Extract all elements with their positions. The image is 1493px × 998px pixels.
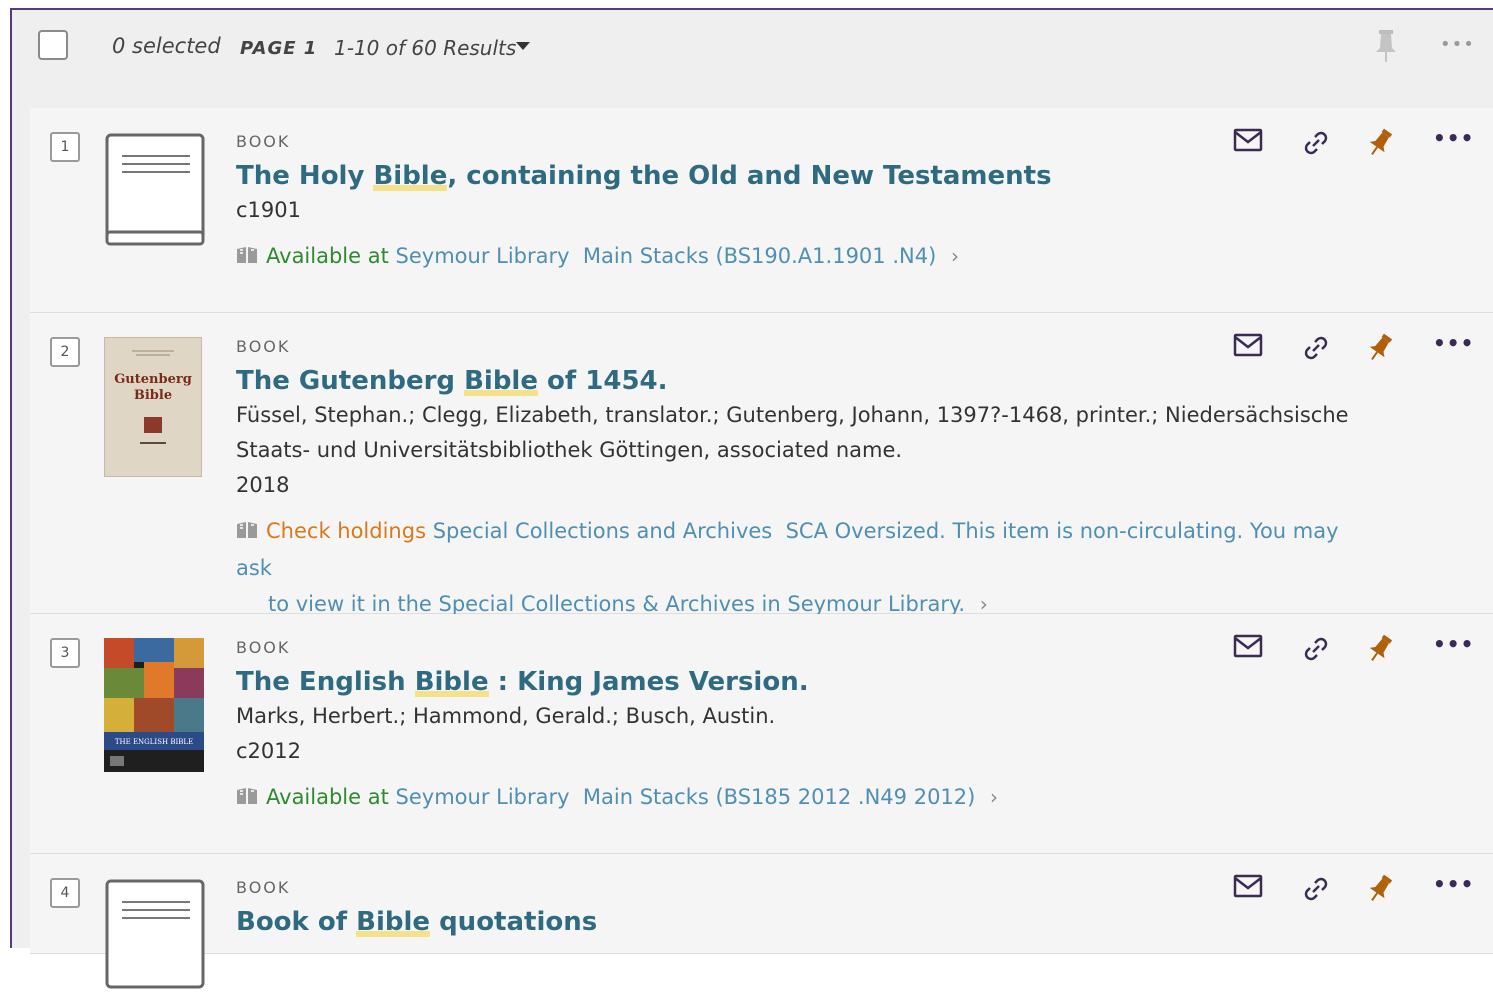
result-number[interactable]: 2 (50, 337, 80, 367)
book-open-icon (236, 780, 260, 816)
result-type: BOOK (236, 337, 291, 356)
result-title[interactable]: The Gutenberg Bible of 1454. (236, 364, 1373, 398)
result-item[interactable]: 1 BOOK The Holy Bible, containing the Ol… (30, 108, 1493, 313)
availability-status: Available at (266, 785, 389, 809)
result-content: BOOK The Gutenberg Bible of 1454. Füssel… (236, 337, 1373, 622)
link-icon[interactable] (1301, 333, 1331, 367)
availability-line[interactable]: Available at Seymour Library Main Stacks… (236, 779, 1373, 816)
library-name[interactable]: Seymour Library (396, 785, 570, 809)
result-item[interactable]: 4 BOOK Book of Bible quotations ••• (30, 854, 1493, 989)
availability-status: Available at (266, 244, 389, 268)
result-date: c2012 (236, 739, 301, 763)
result-type: BOOK (236, 878, 291, 897)
result-actions: ••• (1233, 872, 1493, 914)
location-note[interactable]: to view it in the Special Collections & … (268, 592, 965, 616)
result-content: BOOK The English Bible : King James Vers… (236, 638, 1373, 816)
result-actions: ••• (1233, 632, 1493, 674)
link-icon[interactable] (1301, 874, 1331, 908)
library-name[interactable]: Special Collections and Archives (433, 519, 773, 543)
chevron-down-icon[interactable] (516, 42, 530, 50)
more-icon[interactable]: ••• (1433, 872, 1474, 896)
availability-line[interactable]: Check holdings Special Collections and A… (236, 513, 1373, 586)
location-callnumber[interactable]: Main Stacks (BS185 2012 .N49 2012) (583, 785, 975, 809)
result-number[interactable]: 4 (50, 878, 80, 908)
results-toolbar: 0 selected PAGE 1 1-10 of 60 Results ••• (12, 10, 1493, 108)
title-text: quotations (430, 907, 598, 937)
results-panel: 0 selected PAGE 1 1-10 of 60 Results •••… (10, 8, 1493, 989)
result-authors: Marks, Herbert.; Hammond, Gerald.; Busch… (236, 704, 776, 728)
select-all-checkbox[interactable] (38, 30, 68, 60)
mail-icon[interactable] (1233, 634, 1263, 662)
book-cover-placeholder[interactable] (104, 132, 206, 252)
availability-line[interactable]: Available at Seymour Library Main Stacks… (236, 238, 1373, 275)
more-icon[interactable]: ••• (1433, 331, 1474, 355)
result-authors: Staats- und Universitätsbibliothek Götti… (236, 438, 903, 462)
availability-status: Check holdings (266, 519, 427, 543)
title-text: The English (236, 667, 415, 697)
result-content: BOOK Book of Bible quotations (236, 878, 1373, 939)
result-number[interactable]: 3 (50, 638, 80, 668)
book-cover-placeholder[interactable] (104, 878, 206, 998)
book-open-icon (236, 239, 260, 275)
chevron-right-icon[interactable]: › (980, 592, 988, 616)
result-type: BOOK (236, 132, 291, 151)
result-actions: ••• (1233, 331, 1493, 373)
title-text: , containing the Old and New Testaments (447, 161, 1052, 191)
pin-icon[interactable] (1374, 28, 1398, 68)
result-item[interactable]: 2 Gutenberg Bible BOOK The Gutenberg Bib… (30, 313, 1493, 616)
more-icon[interactable]: ••• (1440, 34, 1475, 55)
result-title[interactable]: Book of Bible quotations (236, 905, 1373, 939)
result-item[interactable]: 3 THE ENGLISH BIBLE BOOK The English Bib… (30, 614, 1493, 854)
highlight-term: Bible (373, 161, 448, 191)
cover-text: THE ENGLISH BIBLE (115, 738, 193, 746)
title-text: The Holy (236, 161, 374, 191)
highlight-term: Bible (414, 667, 489, 697)
book-cover-image[interactable]: THE ENGLISH BIBLE (104, 638, 206, 776)
title-text: Book of (236, 907, 357, 937)
chevron-right-icon[interactable]: › (990, 785, 998, 809)
pin-icon[interactable] (1367, 128, 1393, 162)
title-text: The Gutenberg (236, 366, 465, 396)
highlight-term: Bible (356, 907, 431, 937)
result-authors: Füssel, Stephan.; Clegg, Elizabeth, tran… (236, 403, 1349, 427)
title-text: : King James Version. (488, 667, 809, 697)
chevron-right-icon[interactable]: › (951, 244, 959, 268)
cover-text: Gutenberg (114, 372, 192, 387)
mail-icon[interactable] (1233, 874, 1263, 902)
more-icon[interactable]: ••• (1433, 126, 1474, 150)
result-date: c1901 (236, 198, 301, 222)
book-cover-image[interactable]: Gutenberg Bible (103, 336, 206, 481)
more-icon[interactable]: ••• (1433, 632, 1474, 656)
mail-icon[interactable] (1233, 128, 1263, 156)
result-title[interactable]: The English Bible : King James Version. (236, 665, 1373, 699)
mail-icon[interactable] (1233, 333, 1263, 361)
result-content: BOOK The Holy Bible, containing the Old … (236, 132, 1373, 275)
pin-icon[interactable] (1367, 333, 1393, 367)
link-icon[interactable] (1301, 128, 1331, 162)
title-text: of 1454. (537, 366, 668, 396)
svg-text:Bible: Bible (134, 388, 172, 403)
results-range[interactable]: 1-10 of 60 Results (334, 36, 516, 60)
book-open-icon (236, 514, 260, 550)
results-list: 1 BOOK The Holy Bible, containing the Ol… (30, 108, 1493, 989)
result-actions: ••• (1233, 126, 1493, 168)
result-number[interactable]: 1 (50, 132, 80, 162)
selected-count: 0 selected (112, 34, 221, 58)
library-name[interactable]: Seymour Library (396, 244, 570, 268)
pin-icon[interactable] (1367, 634, 1393, 668)
location-callnumber[interactable]: Main Stacks (BS190.A1.1901 .N4) (583, 244, 936, 268)
link-icon[interactable] (1301, 634, 1331, 668)
pin-icon[interactable] (1367, 874, 1393, 908)
result-date: 2018 (236, 473, 290, 497)
page-indicator: PAGE 1 (240, 38, 318, 59)
result-title[interactable]: The Holy Bible, containing the Old and N… (236, 159, 1373, 193)
result-type: BOOK (236, 638, 291, 657)
highlight-term: Bible (464, 366, 538, 396)
